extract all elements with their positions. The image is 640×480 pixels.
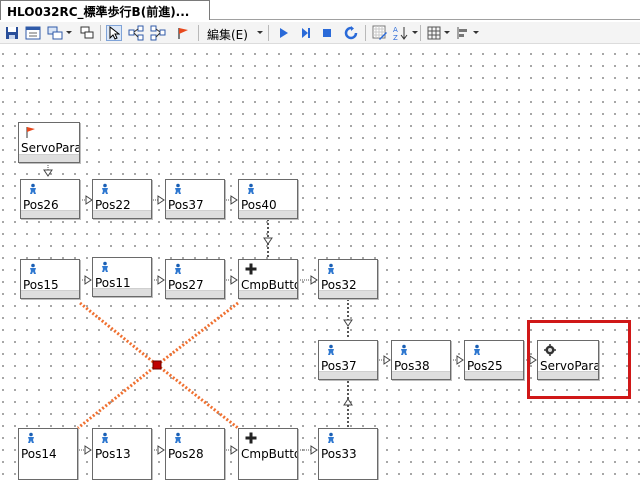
branch-icon[interactable] xyxy=(150,25,166,41)
flag-icon xyxy=(26,127,35,138)
svg-text:A: A xyxy=(393,26,398,34)
grid-icon[interactable] xyxy=(426,25,442,41)
save-icon[interactable] xyxy=(4,25,20,41)
toolbar-separator xyxy=(365,25,366,41)
node-label: ServoParam39 xyxy=(21,141,80,155)
node-servoparam39[interactable]: ServoParam39 xyxy=(18,122,80,163)
tab-bar: HLO032RC_標準歩行B(前進)... xyxy=(0,0,640,20)
node-pos14[interactable]: Pos14 xyxy=(18,428,78,480)
properties-icon[interactable] xyxy=(25,25,41,41)
toolbar-separator xyxy=(198,25,199,41)
figure-icon xyxy=(328,344,334,355)
flag-icon[interactable] xyxy=(175,25,191,41)
figure-icon xyxy=(401,344,407,355)
document-tab[interactable]: HLO032RC_標準歩行B(前進)... xyxy=(0,0,210,20)
node-pos28[interactable]: Pos28 xyxy=(165,428,225,480)
figure-icon xyxy=(175,263,181,274)
figure-icon xyxy=(28,432,34,443)
node-pos25[interactable]: Pos25 xyxy=(464,340,524,380)
node-label: Pos33 xyxy=(321,447,357,461)
cross-icon xyxy=(245,263,257,275)
figure-icon xyxy=(30,183,36,194)
edit-grid-icon[interactable] xyxy=(372,25,388,41)
document-tab-title: HLO032RC_標準歩行B(前進)... xyxy=(7,5,190,19)
node-pos15[interactable]: Pos15 xyxy=(20,259,80,299)
figure-icon xyxy=(474,344,480,355)
arrange-icon[interactable] xyxy=(79,25,95,41)
node-pos37-lower[interactable]: Pos37 xyxy=(318,340,378,380)
node-pos22[interactable]: Pos22 xyxy=(92,179,152,219)
node-label: Pos14 xyxy=(21,447,57,461)
sort-icon[interactable]: AZ xyxy=(393,25,409,41)
figure-icon xyxy=(102,432,108,443)
node-pos27[interactable]: Pos27 xyxy=(165,259,225,299)
svg-text:Z: Z xyxy=(393,34,398,41)
figure-icon xyxy=(175,432,181,443)
edit-menu-dropdown-icon[interactable] xyxy=(257,31,263,34)
figure-icon xyxy=(248,183,254,194)
toolbar: 編集(E) AZ xyxy=(0,22,640,44)
step-icon[interactable] xyxy=(298,25,314,41)
node-cmpbutton-top[interactable]: CmpButton3( xyxy=(238,259,298,299)
layout-dropdown-icon[interactable] xyxy=(66,31,72,34)
toolbar-separator xyxy=(100,25,101,41)
stop-icon[interactable] xyxy=(319,25,335,41)
connect-icon[interactable] xyxy=(128,25,144,41)
node-pos11[interactable]: Pos11 xyxy=(92,257,152,297)
grid-dropdown-icon[interactable] xyxy=(444,31,450,34)
node-pos33[interactable]: Pos33 xyxy=(318,428,378,480)
reload-icon[interactable] xyxy=(343,25,359,41)
node-pos13[interactable]: Pos13 xyxy=(92,428,152,480)
node-pos38[interactable]: Pos38 xyxy=(391,340,451,380)
figure-icon xyxy=(328,432,334,443)
node-label: Pos28 xyxy=(168,447,204,461)
node-pos26[interactable]: Pos26 xyxy=(20,179,80,219)
gear-icon xyxy=(544,344,556,356)
node-label: Pos13 xyxy=(95,447,131,461)
figure-icon xyxy=(328,263,334,274)
node-label: CmpButton3 xyxy=(241,447,297,461)
pointer-icon[interactable] xyxy=(106,25,122,41)
node-pos32[interactable]: Pos32 xyxy=(318,259,378,299)
align-icon[interactable] xyxy=(455,25,471,41)
figure-icon xyxy=(102,183,108,194)
figure-icon xyxy=(102,261,108,272)
cross-icon xyxy=(245,432,257,444)
node-cmpbutton-bottom[interactable]: CmpButton3 xyxy=(238,428,298,480)
toolbar-separator xyxy=(268,25,269,41)
node-pos40[interactable]: Pos40 xyxy=(238,179,298,219)
layout-icon[interactable] xyxy=(47,25,63,41)
sort-dropdown-icon[interactable] xyxy=(412,31,418,34)
node-pos37[interactable]: Pos37 xyxy=(165,179,225,219)
edit-menu[interactable]: 編集(E) xyxy=(207,26,248,43)
figure-icon xyxy=(175,183,181,194)
toolbar-separator xyxy=(420,25,421,41)
figure-icon xyxy=(30,263,36,274)
align-dropdown-icon[interactable] xyxy=(473,31,479,34)
node-servoparam29[interactable]: ServoParam29 xyxy=(537,340,599,380)
play-icon[interactable] xyxy=(275,25,291,41)
